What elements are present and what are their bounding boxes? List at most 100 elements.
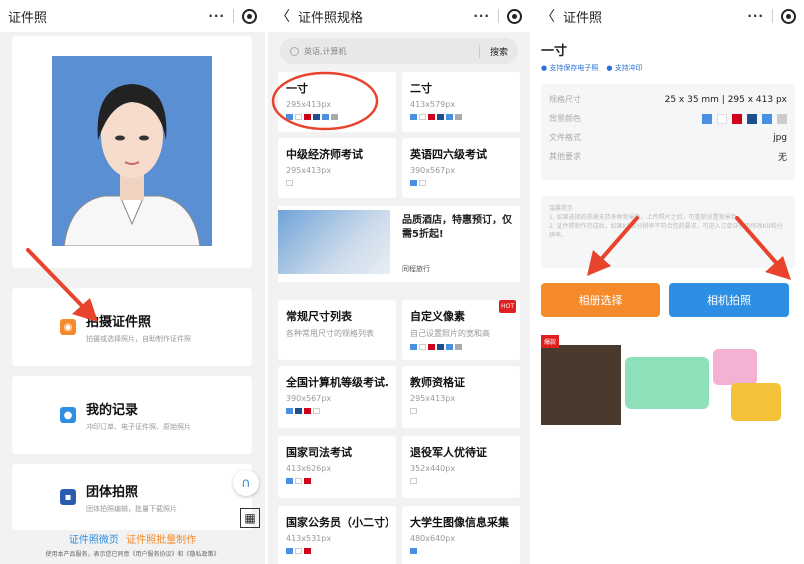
- spec-item-custom-pixel[interactable]: 自定义像素 自己设置照片的宽和高 HOT: [402, 300, 520, 360]
- notice-line-1: 1. 如果选择的规格支持多种背景色，上传照片之后，可重新设置背景色。: [549, 214, 743, 221]
- nav-bar: 〈 证件照 ···: [533, 0, 804, 32]
- color-swatches: [286, 548, 388, 554]
- nav-title: 证件照: [8, 10, 48, 26]
- spec-item-cet[interactable]: 英语四六级考试 390x567px: [402, 138, 520, 198]
- spec-item-name: 自定义像素: [410, 310, 465, 323]
- ad-text: 品质酒店，特惠预订，仅需5折起!: [402, 215, 512, 240]
- feature-badges: ● 支持保存电子照 ● 支持冲印: [541, 63, 804, 73]
- panel-home: 证件照 ··· ◉ 拍摄证件照 拍摄或选择照片，自助制作证件照 ● 我的记录 冲…: [0, 0, 265, 564]
- spec-item-1cun[interactable]: 一寸 295x413px: [278, 72, 396, 132]
- spec-item-size: 413x531px: [286, 534, 332, 543]
- close-mini-program-icon[interactable]: [507, 8, 522, 24]
- close-mini-program-icon[interactable]: [781, 8, 796, 24]
- spec-row-format: 文件格式 jpg: [549, 132, 787, 143]
- spec-item-common-list[interactable]: 常规尺寸列表 各种常用尺寸的规格列表: [278, 300, 396, 360]
- menu-take-photo[interactable]: ◉ 拍摄证件照 拍摄或选择照片，自助制作证件照: [12, 288, 252, 366]
- spec-item-name: 退役军人优待证: [410, 446, 487, 459]
- more-icon[interactable]: ···: [473, 9, 490, 23]
- qrcode-button[interactable]: ▦: [240, 508, 260, 528]
- ad-card[interactable]: 品质酒店，特惠预订，仅需5折起! 同程旅行: [278, 206, 520, 282]
- user-card-icon: ●: [60, 407, 76, 423]
- search-button[interactable]: 搜索: [478, 44, 508, 58]
- spec-item-economist[interactable]: 中级经济师考试 295x413px: [278, 138, 396, 198]
- spec-row-other: 其他要求无: [549, 152, 787, 163]
- spec-item-name: 中级经济师考试: [286, 148, 363, 161]
- spec-item-name: 国家司法考试: [286, 446, 352, 459]
- headset-icon: ∩: [241, 475, 251, 491]
- capsule-divider: [233, 9, 234, 23]
- spec-item-veteran[interactable]: 退役军人优待证 352x440px: [402, 436, 520, 498]
- spec-item-name: 教师资格证: [410, 376, 465, 389]
- check-icon: ●: [541, 64, 548, 72]
- spec-item-size: 295x413px: [286, 166, 332, 175]
- spec-item-size: 390x567px: [410, 166, 456, 175]
- search-icon: [290, 46, 299, 56]
- spec-item-size: 352x440px: [410, 464, 456, 473]
- notice-line-2: 2. 证件照制作完成后，如果KB和分辨率不符合您的要求，可进入订单详情页修改KB…: [549, 223, 783, 239]
- banner-camera-yellow: [731, 383, 781, 421]
- close-mini-program-icon[interactable]: [242, 8, 257, 24]
- customer-service-button[interactable]: ∩: [233, 470, 259, 496]
- spec-row-size: 规格尺寸 25 x 35 mm | 295 x 413 px: [549, 94, 787, 105]
- qrcode-icon: ▦: [244, 511, 256, 525]
- capsule-menu[interactable]: ···: [473, 8, 522, 24]
- more-icon[interactable]: ···: [208, 9, 225, 23]
- panel-spec-detail: 〈 证件照 ··· 一寸 ● 支持保存电子照 ● 支持冲印 规格尺寸 25 x 3…: [533, 0, 804, 564]
- nav-bar: 证件照 ···: [0, 0, 265, 32]
- notice-box: 温馨提示 1. 如果选择的规格支持多种背景色，上传照片之后，可重新设置背景色。 …: [541, 196, 795, 268]
- menu-my-records[interactable]: ● 我的记录 冲印订单、电子证件照、原始照片: [12, 376, 252, 454]
- color-swatches: [286, 478, 388, 484]
- hot-badge: HOT: [499, 300, 516, 313]
- spec-item-name: 常规尺寸列表: [286, 310, 352, 323]
- camera-icon: ◉: [60, 319, 76, 335]
- menu-group-photo-sub: 团体拍照编辑，批量下载照片: [86, 504, 177, 513]
- spec-item-size: 413x579px: [410, 100, 456, 109]
- nav-bar: 〈 证件照规格 ···: [268, 0, 530, 32]
- spec-item-teacher[interactable]: 教师资格证 295x413px: [402, 366, 520, 428]
- footer-links: 证件照微页 证件照批量制作: [0, 531, 265, 546]
- menu-take-photo-title: 拍摄证件照: [86, 314, 152, 330]
- menu-my-records-title: 我的记录: [86, 402, 139, 418]
- spec-row-bg: 背景颜色: [541, 109, 795, 128]
- spec-item-civil-servant[interactable]: 国家公务员（小二寸） 413x531px: [278, 506, 396, 564]
- banner-photo: [541, 345, 621, 425]
- spec-item-size: 413x626px: [286, 464, 332, 473]
- spec-item-name: 英语四六级考试: [410, 148, 487, 161]
- color-swatches: [410, 548, 512, 554]
- nav-title: 证件照规格: [298, 10, 364, 26]
- group-icon: ▪: [60, 489, 76, 505]
- spec-item-name: 一寸: [286, 82, 308, 95]
- badge-save-digital: ● 支持保存电子照: [541, 64, 599, 72]
- capsule-menu[interactable]: ···: [747, 8, 796, 24]
- spec-item-size: 295x413px: [286, 100, 332, 109]
- color-swatches: [286, 180, 388, 186]
- color-swatches: [410, 408, 512, 414]
- legal-text[interactable]: 使用本产品服务，表示您已同意《用户服务协议》和《隐私政策》: [0, 549, 265, 558]
- back-icon[interactable]: 〈: [276, 6, 290, 26]
- search-input[interactable]: 英语,计算机: [304, 46, 347, 57]
- more-icon[interactable]: ···: [747, 9, 764, 23]
- ad-brand: 同程旅行: [402, 265, 430, 273]
- footer-link-mini-page[interactable]: 证件照微页: [69, 535, 119, 546]
- spec-item-student[interactable]: 大学生图像信息采集 480x640px: [402, 506, 520, 564]
- badge-print: ● 支持冲印: [606, 64, 643, 72]
- spec-name: 一寸: [541, 44, 568, 59]
- spec-item-name: 大学生图像信息采集: [410, 516, 509, 529]
- spec-table: 规格尺寸 25 x 35 mm | 295 x 413 px 背景颜色 文件格式 j…: [541, 84, 795, 180]
- album-select-button[interactable]: 相册选择: [541, 283, 660, 317]
- product-banner[interactable]: 爆款: [541, 335, 789, 429]
- footer-link-batch[interactable]: 证件照批量制作: [126, 535, 196, 546]
- spec-item-size: 自己设置照片的宽和高: [410, 329, 490, 338]
- capsule-menu[interactable]: ···: [208, 8, 257, 24]
- back-icon[interactable]: 〈: [541, 6, 555, 26]
- nav-title: 证件照: [563, 10, 603, 26]
- spec-item-ncre[interactable]: 全国计算机等级考试… 390x567px: [278, 366, 396, 428]
- color-swatches: [286, 114, 388, 120]
- spec-item-judicial[interactable]: 国家司法考试 413x626px: [278, 436, 396, 498]
- spec-item-size: 480x640px: [410, 534, 456, 543]
- banner-camera-pink: [713, 349, 757, 385]
- ad-image: [278, 210, 390, 274]
- menu-group-photo[interactable]: ▪ 团体拍照 团体拍照编辑，批量下载照片: [12, 464, 252, 530]
- camera-shoot-button[interactable]: 相机拍照: [669, 283, 789, 317]
- spec-item-2cun[interactable]: 二寸 413x579px: [402, 72, 520, 132]
